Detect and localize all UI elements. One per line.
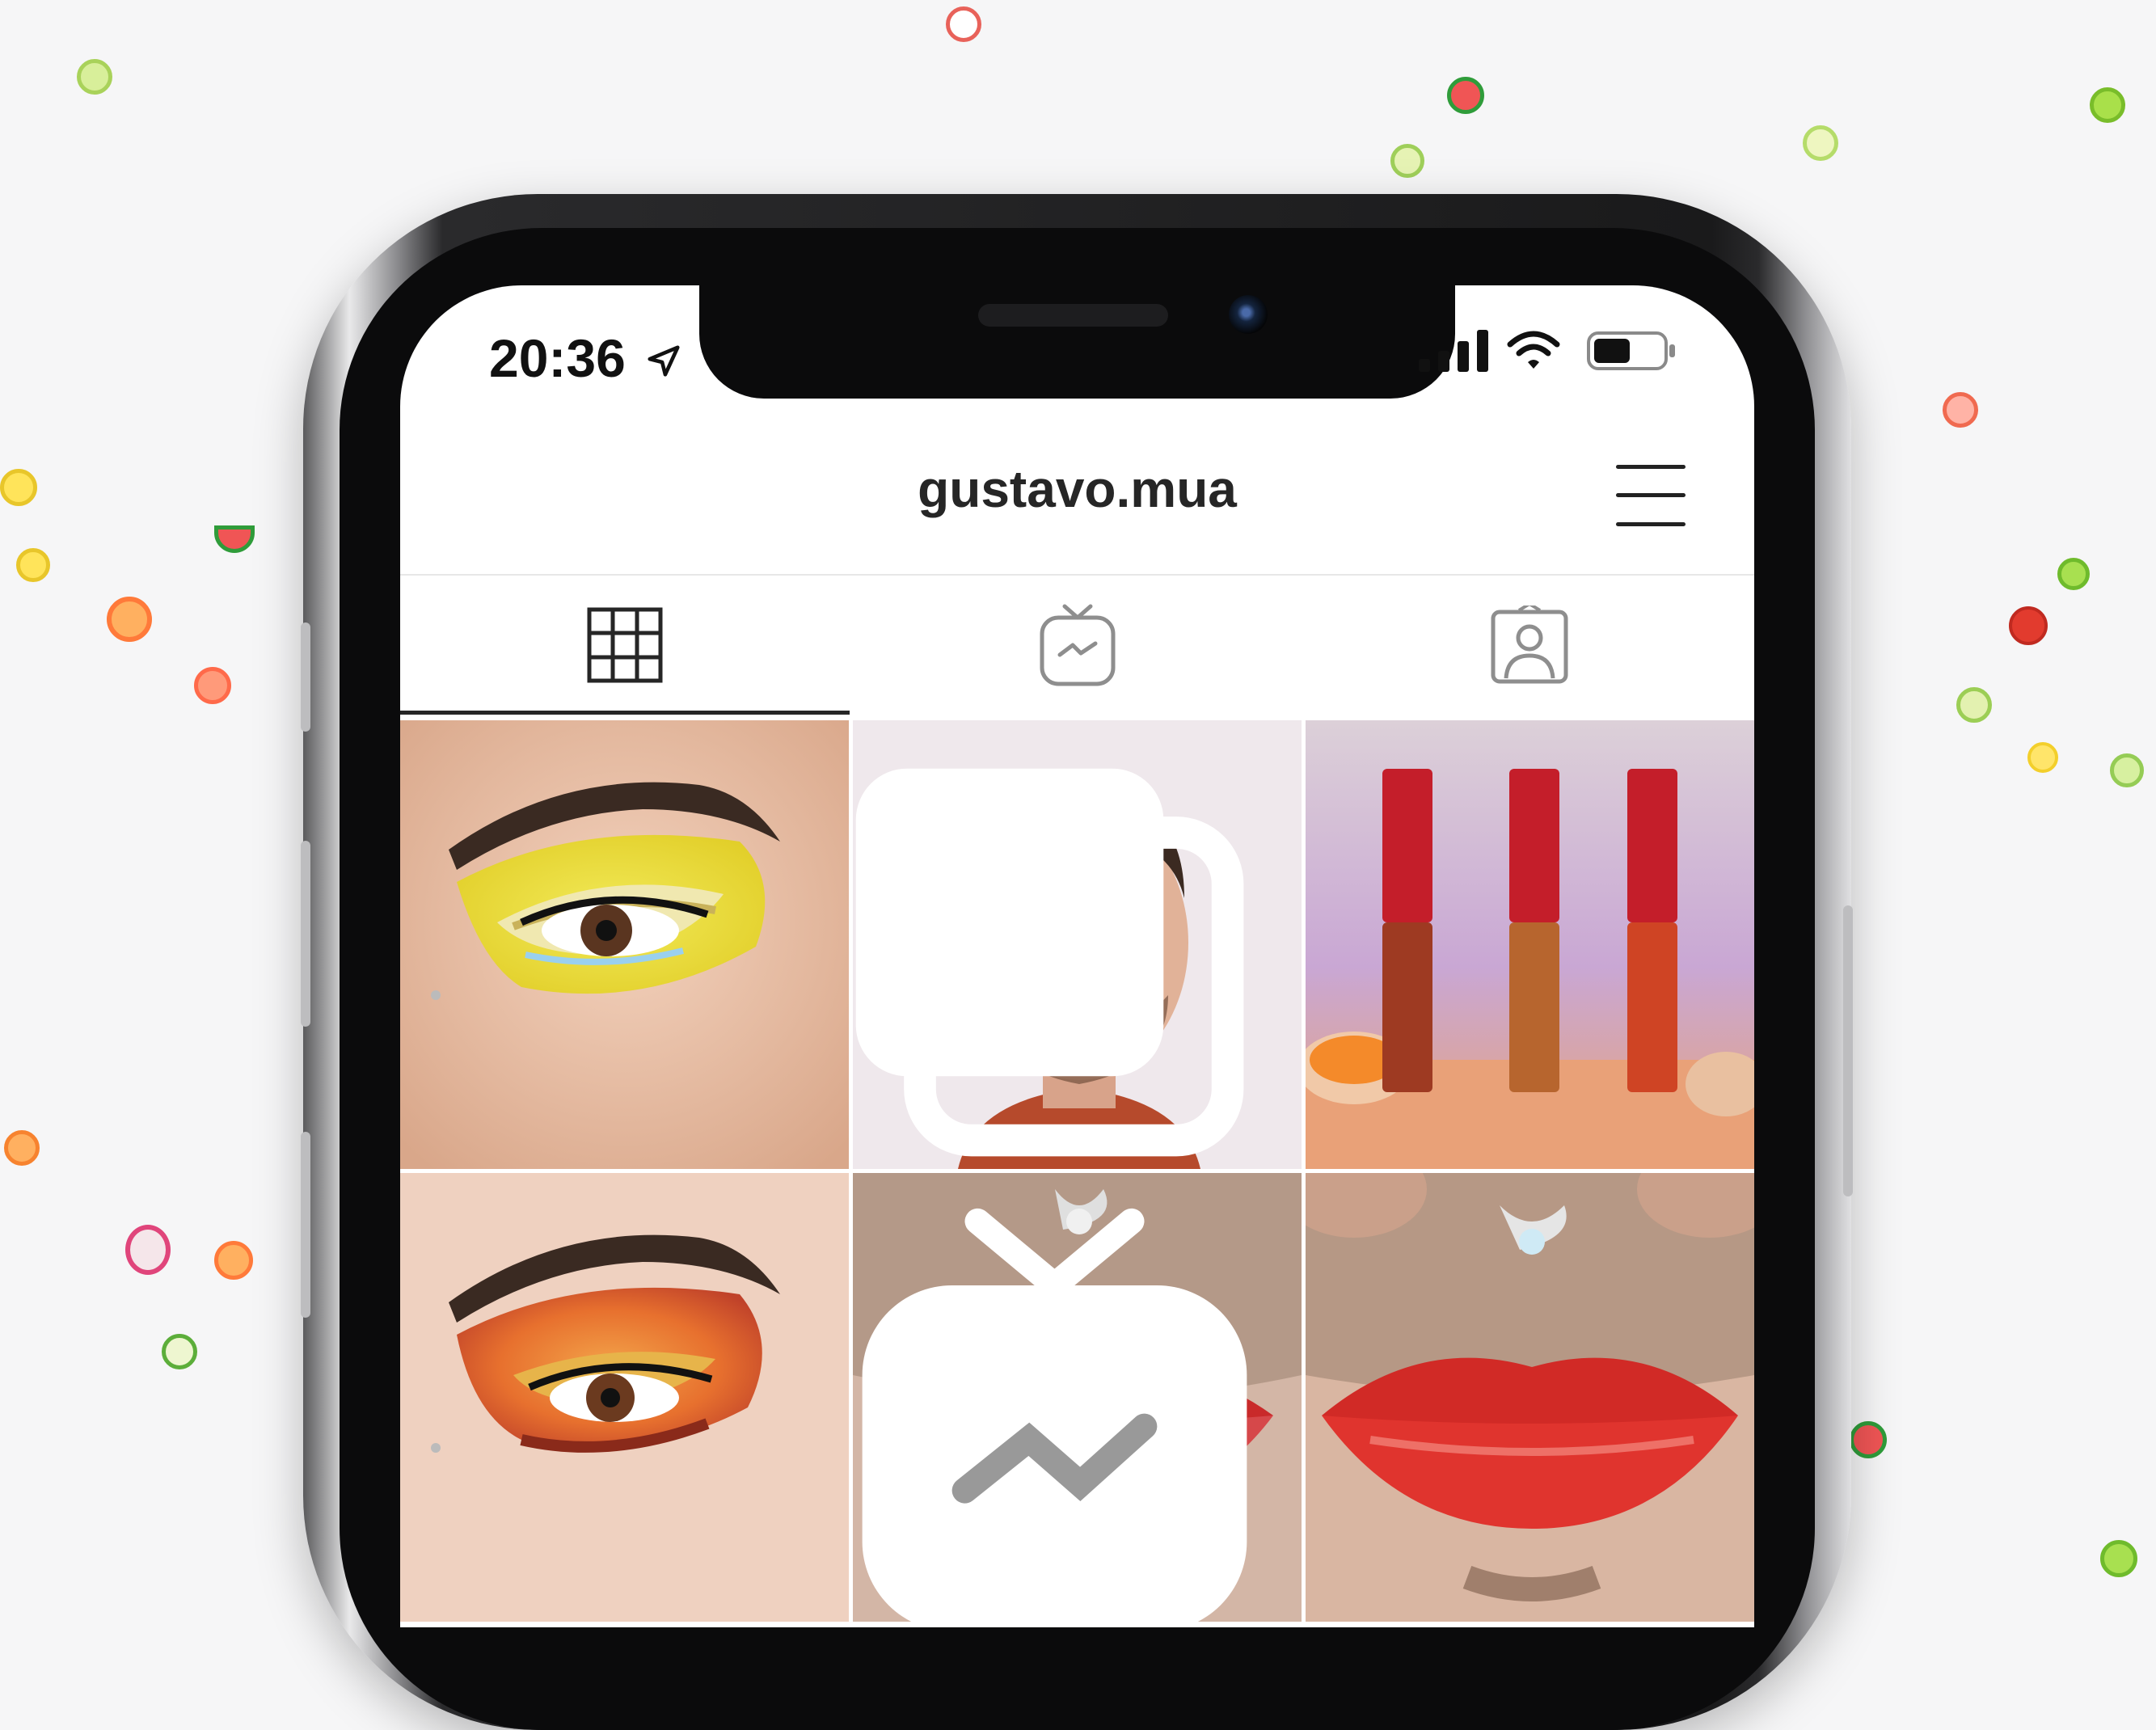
- profile-username: gustavo.mua: [918, 460, 1237, 518]
- header-divider: [400, 574, 1754, 576]
- post-thumbnail[interactable]: [853, 720, 1302, 1169]
- profile-tabs: [400, 576, 1754, 714]
- status-time-text: 20:36: [489, 328, 626, 388]
- post-image-lipsticks: [1306, 720, 1754, 1169]
- fruit-slice-icon: [16, 548, 50, 582]
- post-image-red-lips: [1306, 1173, 1754, 1622]
- fruit-slice-icon: [2110, 753, 2144, 787]
- fruit-slice-icon: [214, 1241, 253, 1280]
- post-thumbnail[interactable]: [400, 1173, 849, 1622]
- location-arrow-icon: [648, 345, 680, 377]
- fruit-slice-icon: [77, 59, 112, 95]
- igtv-icon: [862, 1208, 1247, 1622]
- igtv-icon: [1040, 604, 1116, 686]
- fruit-slice-icon: [2009, 606, 2048, 645]
- carousel-icon: [855, 768, 1244, 1157]
- fruit-slice-icon: [2057, 558, 2090, 590]
- cellular-signal-icon: [1419, 330, 1488, 372]
- post-thumbnail[interactable]: [1306, 720, 1754, 1169]
- fruit-slice-icon: [1850, 1421, 1887, 1458]
- grid-icon: [587, 607, 663, 683]
- fruit-slice-icon: [194, 667, 231, 704]
- speaker-grille: [978, 304, 1168, 327]
- fruit-slice-icon: [162, 1334, 197, 1369]
- phone-side-button: [1843, 905, 1853, 1196]
- fruit-slice-icon: [0, 469, 37, 506]
- battery-icon: [1587, 331, 1675, 370]
- tab-grid[interactable]: [400, 576, 850, 714]
- fruit-slice-icon: [125, 1225, 171, 1275]
- tab-selected-indicator: [400, 711, 850, 715]
- fruit-slice-icon: [2027, 742, 2058, 773]
- post-thumbnail[interactable]: [853, 1173, 1302, 1622]
- fruit-slice-icon: [214, 525, 255, 553]
- fruit-slice-icon: [1956, 687, 1992, 723]
- phone-side-button: [301, 622, 310, 732]
- front-camera: [1229, 295, 1268, 334]
- notch: [699, 285, 1455, 399]
- fruit-slice-icon: [107, 597, 152, 642]
- tagged-person-icon: [1491, 606, 1568, 684]
- menu-bar: [1616, 465, 1686, 469]
- wifi-icon: [1507, 331, 1560, 369]
- fruit-slice-icon: [2090, 87, 2125, 123]
- phone-side-button: [301, 841, 310, 1027]
- post-thumbnail[interactable]: [400, 720, 849, 1169]
- post-image-orange-eye: [400, 1173, 849, 1622]
- tab-tagged[interactable]: [1305, 576, 1754, 714]
- fruit-slice-icon: [1447, 77, 1484, 114]
- fruit-slice-icon: [946, 6, 981, 42]
- fruit-slice-icon: [1803, 125, 1838, 161]
- status-time: 20:36: [489, 327, 682, 389]
- fruit-slice-icon: [1390, 144, 1424, 178]
- phone-side-button: [301, 1132, 310, 1318]
- fruit-slice-icon: [2100, 1540, 2137, 1577]
- fruit-slice-icon: [4, 1130, 40, 1166]
- fruit-slice-icon: [1943, 392, 1978, 428]
- menu-bar: [1616, 522, 1686, 526]
- post-thumbnail[interactable]: [1306, 1173, 1754, 1622]
- menu-bar: [1616, 493, 1686, 497]
- menu-button[interactable]: [1616, 465, 1686, 526]
- post-image-yellow-eye: [400, 720, 849, 1169]
- tab-igtv[interactable]: [853, 576, 1302, 714]
